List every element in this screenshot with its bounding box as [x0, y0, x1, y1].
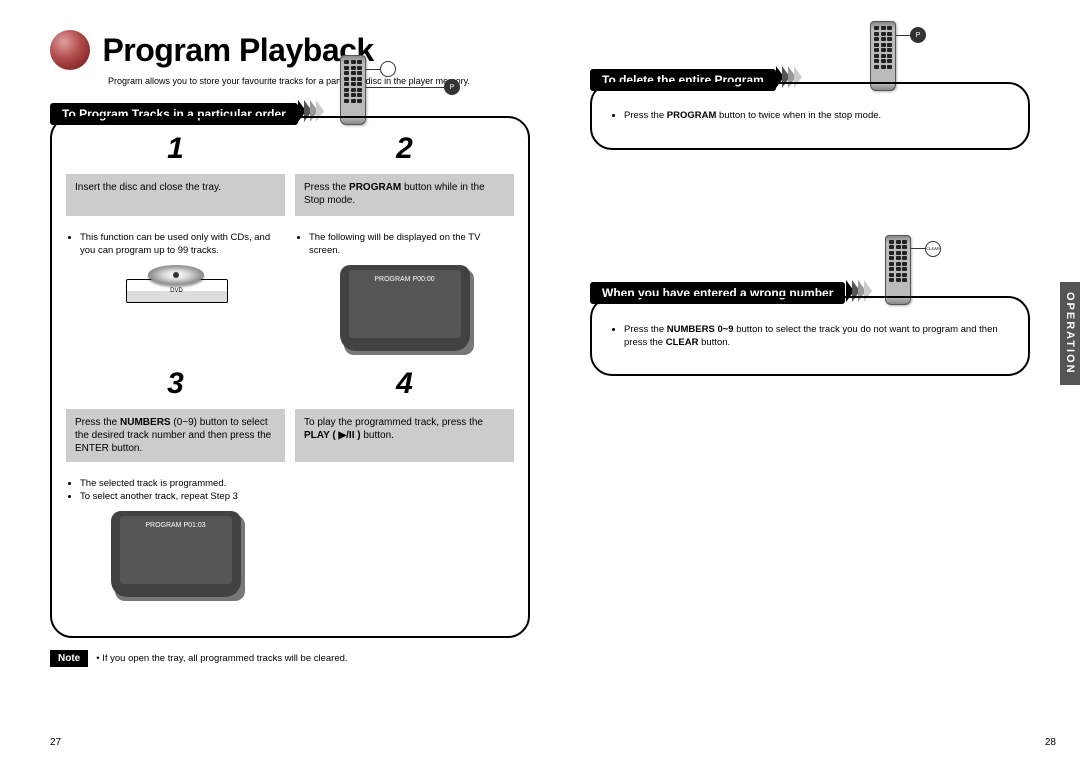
step-2-number: 2: [295, 132, 514, 166]
program-button-icon: P: [910, 27, 926, 43]
tv-screen-icon: PROGRAM P00:00: [340, 265, 470, 351]
clear-button-icon: CLEAR: [925, 241, 941, 257]
step-4-number: 4: [295, 367, 514, 401]
page-number-left: 27: [50, 737, 61, 748]
disc-tray-icon: DVD: [126, 265, 226, 303]
step-1-note: This function can be used only with CDs,…: [66, 228, 285, 261]
note-row: Note • If you open the tray, all program…: [50, 650, 530, 667]
remote-control-icon: P: [340, 55, 368, 125]
step-2-note: The following will be displayed on the T…: [295, 228, 514, 261]
step-4-instruction: To play the programmed track, press the …: [295, 409, 514, 462]
tv-screen-icon: PROGRAM P01:03: [111, 511, 241, 597]
delete-program-box: Press the PROGRAM button to twice when i…: [590, 82, 1030, 150]
side-tab-operation: OPERATION: [1060, 282, 1080, 385]
program-steps-box: 1 2 Insert the disc and close the tray. …: [50, 116, 530, 638]
wrong-number-box: Press the NUMBERS 0~9 button to select t…: [590, 296, 1030, 377]
remote-callout-icon: [366, 61, 396, 77]
page-subtitle: Program allows you to store your favouri…: [108, 76, 530, 86]
remote-callout-icon: CLEAR: [911, 241, 941, 257]
step-2-instruction: Press the PROGRAM button while in the St…: [295, 174, 514, 216]
step-1-number: 1: [66, 132, 285, 166]
step-3-instruction: Press the NUMBERS (0~9) button to select…: [66, 409, 285, 462]
step-3-number: 3: [66, 367, 285, 401]
step-1-instruction: Insert the disc and close the tray.: [66, 174, 285, 216]
page-title: Program Playback: [102, 32, 373, 69]
step-3-notes: The selected track is programmed. To sel…: [66, 474, 285, 508]
header: Program Playback Program allows you to s…: [50, 30, 530, 86]
remote-control-icon: P: [870, 21, 898, 91]
program-button-icon: P: [444, 79, 460, 95]
note-label: Note: [50, 650, 88, 667]
red-sphere-icon: [50, 30, 90, 70]
remote-control-icon: CLEAR: [885, 235, 913, 305]
page-number-right: 28: [1045, 737, 1056, 748]
remote-callout-icon: P: [896, 27, 926, 43]
